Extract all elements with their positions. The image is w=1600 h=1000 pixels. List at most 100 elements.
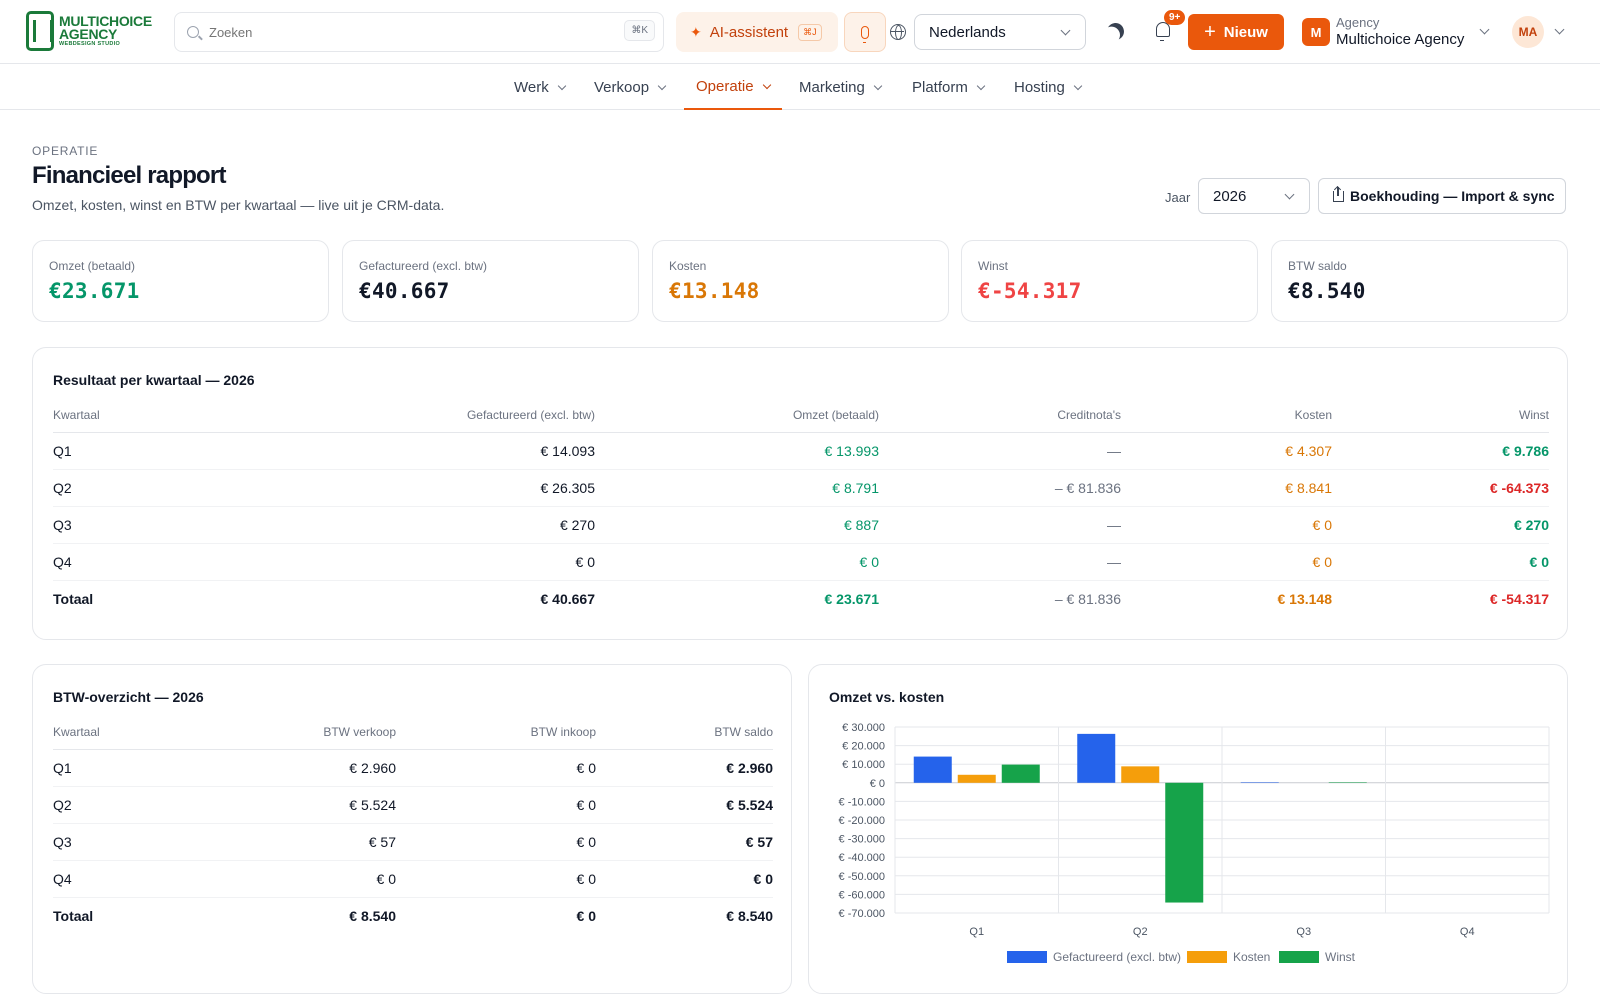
chevron-down-icon: [1284, 189, 1295, 200]
x-tick-label: Q3: [1296, 926, 1311, 938]
table-cell: € 8.841: [1121, 469, 1332, 507]
quarter-results-table: Kwartaal Gefactureerd (excl. btw) Omzet …: [53, 398, 1549, 617]
x-tick-label: Q4: [1460, 926, 1475, 938]
vat-overview-panel: BTW-overzicht — 2026 Kwartaal BTW verkoo…: [32, 664, 792, 994]
column-header[interactable]: Kwartaal: [53, 715, 253, 750]
search-input[interactable]: [209, 24, 589, 40]
table-cell: € 0: [253, 860, 396, 898]
table-cell: € 0: [1332, 543, 1549, 581]
nav-item-hosting[interactable]: Hosting: [1014, 64, 1083, 110]
panel-title: BTW-overzicht — 2026: [53, 689, 204, 705]
table-cell: € 5.524: [253, 786, 396, 824]
table-cell: € -54.317: [1489, 590, 1549, 607]
table-cell: € 14.093: [293, 432, 595, 470]
table-cell: € 0: [595, 543, 879, 581]
column-header[interactable]: Creditnota's: [879, 398, 1121, 433]
page-title: Financieel rapport: [32, 162, 226, 189]
column-header[interactable]: BTW saldo: [596, 715, 773, 750]
year-label: Jaar: [1165, 190, 1191, 205]
dark-mode-toggle-icon[interactable]: [1105, 21, 1127, 43]
kpi-card-omzet: Omzet (betaald) €23.671: [32, 240, 329, 322]
column-header[interactable]: Kwartaal: [53, 398, 293, 433]
nav-item-werk[interactable]: Werk: [514, 64, 566, 110]
nav-label: Platform: [912, 78, 968, 96]
chevron-down-icon: [557, 81, 566, 90]
table-cell: € 270: [1332, 506, 1549, 544]
chart-bar: [1121, 766, 1160, 783]
upload-icon: [1333, 186, 1344, 202]
x-tick-label: Q2: [1133, 926, 1148, 938]
agency-logo[interactable]: M: [1302, 18, 1330, 46]
table-cell: Q3: [53, 823, 253, 861]
avatar[interactable]: MA: [1512, 16, 1544, 48]
y-tick-label: € 20.000: [842, 741, 885, 753]
search-bar[interactable]: ⌘K: [174, 12, 664, 52]
language-select[interactable]: Nederlands: [914, 14, 1086, 50]
notifications-badge: 9+: [1164, 10, 1186, 25]
y-tick-label: € -60.000: [839, 889, 885, 901]
kpi-value: €8.540: [1288, 279, 1366, 303]
legend-swatch: [1007, 951, 1047, 963]
table-row: Q3 € 270 € 887 — € 0 € 270: [53, 506, 1549, 544]
y-tick-label: € 0: [870, 778, 885, 790]
ai-assistant-label: AI-assistent: [709, 23, 789, 41]
table-cell: Q1: [53, 749, 253, 787]
kpi-card-btw-saldo: BTW saldo €8.540: [1271, 240, 1568, 322]
column-header[interactable]: Omzet (betaald): [595, 398, 879, 433]
table-cell: € -64.373: [1332, 469, 1549, 507]
ai-assistant-button[interactable]: ✦ AI-assistent ⌘J: [676, 12, 838, 52]
column-header[interactable]: BTW verkoop: [253, 715, 396, 750]
kpi-card-winst: Winst €-54.317: [961, 240, 1258, 322]
nav-item-operatie[interactable]: Operatie: [684, 64, 782, 110]
top-bar: MULTICHOICE AGENCY WEBDESIGN STUDIO ⌘K ✦…: [0, 0, 1600, 64]
table-cell: —: [879, 506, 1121, 544]
revenue-vs-costs-panel: Omzet vs. kosten € 30.000 € 20.000 € 10.00…: [808, 664, 1568, 994]
brand-logo[interactable]: MULTICHOICE AGENCY WEBDESIGN STUDIO: [26, 11, 156, 51]
microphone-icon: [861, 25, 869, 43]
table-cell: € 0: [596, 860, 773, 898]
x-tick-label: Q1: [969, 926, 984, 938]
column-header[interactable]: Gefactureerd (excl. btw): [293, 398, 595, 433]
agency-switcher[interactable]: Multichoice Agency: [1336, 31, 1464, 48]
kpi-value: €13.148: [669, 279, 760, 303]
new-button[interactable]: + Nieuw: [1188, 14, 1284, 50]
year-select[interactable]: 2026: [1198, 178, 1310, 214]
legend-label: Winst: [1325, 950, 1356, 964]
y-tick-label: € -20.000: [839, 815, 885, 827]
logo-mark-icon: [26, 11, 54, 51]
ai-shortcut: ⌘J: [798, 23, 822, 41]
table-cell: € 57: [253, 823, 396, 861]
table-cell: € 8.540: [726, 907, 773, 924]
voice-button[interactable]: [844, 12, 886, 52]
legend-swatch: [1279, 951, 1319, 963]
vat-overview-table: Kwartaal BTW verkoop BTW inkoop BTW sald…: [53, 715, 773, 934]
chevron-down-icon[interactable]: [1479, 24, 1490, 35]
nav-label: Verkoop: [594, 78, 650, 96]
column-header[interactable]: BTW inkoop: [396, 715, 596, 750]
table-cell: – € 81.836: [1054, 590, 1121, 607]
kpi-label: Kosten: [669, 259, 707, 273]
y-tick-label: € -10.000: [839, 796, 885, 808]
brand-line-3: WEBDESIGN STUDIO: [59, 40, 121, 47]
kpi-label: Gefactureerd (excl. btw): [359, 259, 488, 273]
table-cell: € 5.524: [596, 786, 773, 824]
column-header[interactable]: Kosten: [1121, 398, 1332, 433]
table-cell: € 26.305: [293, 469, 595, 507]
legend-swatch: [1187, 951, 1227, 963]
nav-item-verkoop[interactable]: Verkoop: [594, 64, 667, 110]
nav-item-marketing[interactable]: Marketing: [799, 64, 883, 110]
nav-item-platform[interactable]: Platform: [912, 64, 986, 110]
panel-title: Resultaat per kwartaal — 2026: [53, 372, 255, 388]
accounting-sync-button[interactable]: Boekhouding — Import & sync: [1318, 178, 1566, 214]
table-row: Q3 € 57 € 0 € 57: [53, 823, 773, 861]
column-header[interactable]: Winst: [1332, 398, 1549, 433]
language-value: Nederlands: [929, 23, 1006, 41]
table-cell: € 887: [595, 506, 879, 544]
chevron-down-icon[interactable]: [1554, 24, 1565, 35]
table-cell: € 0: [576, 907, 596, 924]
table-cell: Q2: [53, 469, 293, 507]
chart-bar: [1165, 782, 1204, 903]
table-cell: € 9.786: [1332, 432, 1549, 470]
table-row: Q4 € 0 € 0 € 0: [53, 860, 773, 898]
kpi-label: Winst: [978, 259, 1008, 273]
